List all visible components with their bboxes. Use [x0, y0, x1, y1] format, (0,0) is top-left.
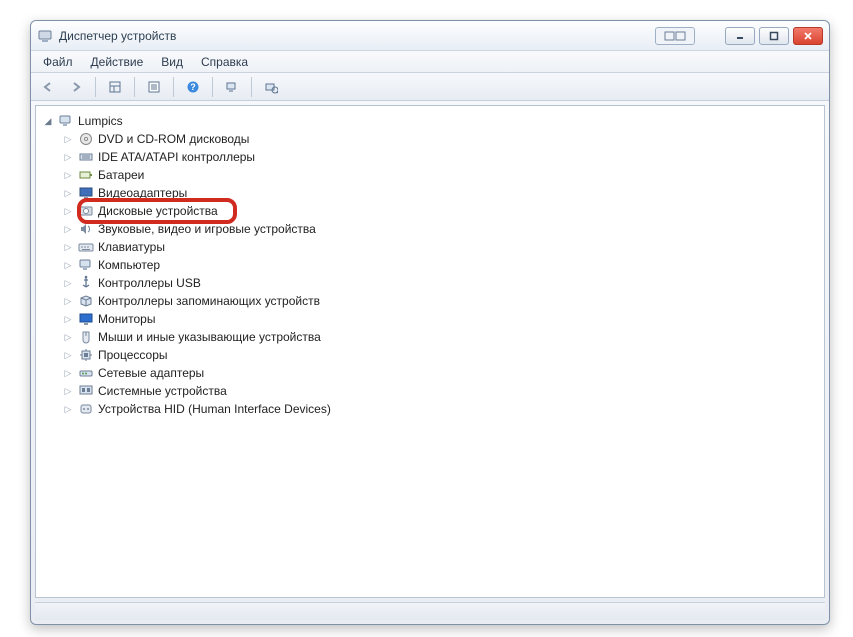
toolbar-separator — [95, 77, 96, 97]
menu-help[interactable]: Справка — [193, 53, 256, 71]
storage-icon — [78, 293, 94, 309]
tree-item[interactable]: ▷ Системные устройства — [58, 382, 822, 400]
expand-icon[interactable]: ▷ — [62, 385, 74, 397]
expand-icon[interactable]: ▷ — [62, 349, 74, 361]
device-manager-window: Диспетчер устройств Файл Действие Вид Сп… — [30, 20, 830, 625]
tree-item-label: Компьютер — [98, 258, 160, 272]
toolbar-separator — [251, 77, 252, 97]
status-bar — [35, 602, 825, 620]
hdd-icon — [78, 203, 94, 219]
tree-item-label: Мыши и иные указывающие устройства — [98, 330, 321, 344]
expand-icon[interactable]: ▷ — [62, 259, 74, 271]
tree-root[interactable]: ◢ Lumpics — [38, 112, 822, 130]
expand-icon[interactable]: ▷ — [62, 241, 74, 253]
expand-icon[interactable]: ▷ — [62, 187, 74, 199]
tree-item-label: Системные устройства — [98, 384, 227, 398]
expand-icon[interactable]: ▷ — [62, 367, 74, 379]
cpu-icon — [78, 347, 94, 363]
system-icon — [78, 383, 94, 399]
show-hidden-button[interactable] — [260, 76, 282, 98]
tree-item-label: IDE ATA/ATAPI контроллеры — [98, 150, 255, 164]
tree-item[interactable]: ▷ DVD и CD-ROM дисководы — [58, 130, 822, 148]
expand-icon[interactable]: ▷ — [62, 313, 74, 325]
tree-item[interactable]: ▷ IDE ATA/ATAPI контроллеры — [58, 148, 822, 166]
toolbar-separator — [134, 77, 135, 97]
tree-item[interactable]: ▷ Компьютер — [58, 256, 822, 274]
tree-item-label: Дисковые устройства — [98, 204, 218, 218]
back-button[interactable] — [37, 76, 59, 98]
tree-item-label: Контроллеры запоминающих устройств — [98, 294, 320, 308]
show-hide-tree-button[interactable] — [104, 76, 126, 98]
toolbar: ? — [31, 73, 829, 101]
tree-root-label: Lumpics — [78, 114, 123, 128]
menu-action[interactable]: Действие — [83, 53, 152, 71]
tree-item[interactable]: ▷ Контроллеры запоминающих устройств — [58, 292, 822, 310]
expand-icon[interactable]: ▷ — [62, 133, 74, 145]
scan-hardware-button[interactable] — [221, 76, 243, 98]
menubar: Файл Действие Вид Справка — [31, 51, 829, 73]
svg-text:?: ? — [190, 82, 196, 92]
forward-button[interactable] — [65, 76, 87, 98]
tree-item-label: Контроллеры USB — [98, 276, 201, 290]
tree-item[interactable]: ▷ Сетевые адаптеры — [58, 364, 822, 382]
tree-item-label: Устройства HID (Human Interface Devices) — [98, 402, 331, 416]
toolbar-separator — [173, 77, 174, 97]
tree-item[interactable]: ▷ Клавиатуры — [58, 238, 822, 256]
menu-view[interactable]: Вид — [153, 53, 191, 71]
tree-item-label: Батареи — [98, 168, 144, 182]
tree-item-label: Процессоры — [98, 348, 168, 362]
computer-icon — [58, 113, 74, 129]
expand-icon[interactable]: ▷ — [62, 169, 74, 181]
window-controls — [725, 27, 823, 45]
expand-icon[interactable]: ▷ — [62, 151, 74, 163]
tree-item-label: DVD и CD-ROM дисководы — [98, 132, 249, 146]
close-button[interactable] — [793, 27, 823, 45]
tree-item-label: Сетевые адаптеры — [98, 366, 204, 380]
tree-item-label: Мониторы — [98, 312, 155, 326]
sound-icon — [78, 221, 94, 237]
battery-icon — [78, 167, 94, 183]
ide-icon — [78, 149, 94, 165]
mouse-icon — [78, 329, 94, 345]
network-icon — [78, 365, 94, 381]
tree-item-label: Видеоадаптеры — [98, 186, 187, 200]
maximize-button[interactable] — [759, 27, 789, 45]
titlebar: Диспетчер устройств — [31, 21, 829, 51]
usb-icon — [78, 275, 94, 291]
tree-item-label: Звуковые, видео и игровые устройства — [98, 222, 316, 236]
expand-icon[interactable]: ▷ — [62, 223, 74, 235]
expand-icon[interactable]: ▷ — [62, 331, 74, 343]
hid-icon — [78, 401, 94, 417]
tree-item[interactable]: ▷ Мониторы — [58, 310, 822, 328]
keyboard-icon — [78, 239, 94, 255]
tree-item[interactable]: ▷ Устройства HID (Human Interface Devices… — [58, 400, 822, 418]
toolbar-separator — [212, 77, 213, 97]
tree-item[interactable]: ▷ Процессоры — [58, 346, 822, 364]
app-icon — [37, 28, 53, 44]
tree-item-label: Клавиатуры — [98, 240, 165, 254]
minimize-button[interactable] — [725, 27, 755, 45]
tree-item[interactable]: ▷ Контроллеры USB — [58, 274, 822, 292]
display-icon — [78, 185, 94, 201]
window-title: Диспетчер устройств — [59, 29, 655, 43]
expand-icon[interactable]: ▷ — [62, 205, 74, 217]
expand-icon[interactable]: ▷ — [62, 277, 74, 289]
tree-item[interactable]: ▷ Звуковые, видео и игровые устройства — [58, 220, 822, 238]
disc-icon — [78, 131, 94, 147]
computer-icon — [78, 257, 94, 273]
help-button[interactable]: ? — [182, 76, 204, 98]
tree-item[interactable]: ▷ Мыши и иные указывающие устройства — [58, 328, 822, 346]
menu-file[interactable]: Файл — [35, 53, 81, 71]
tree-item[interactable]: ▷ Батареи — [58, 166, 822, 184]
properties-button[interactable] — [143, 76, 165, 98]
expand-icon[interactable]: ▷ — [62, 403, 74, 415]
device-tree-panel[interactable]: ◢ Lumpics ▷ DVD и CD-ROM дисководы ▷ IDE AT… — [35, 105, 825, 598]
snap-layout-button[interactable] — [655, 27, 695, 45]
collapse-icon[interactable]: ◢ — [42, 115, 54, 127]
monitor-icon — [78, 311, 94, 327]
expand-icon[interactable]: ▷ — [62, 295, 74, 307]
tree-item[interactable]: ▷ Дисковые устройства — [58, 202, 822, 220]
tree-item[interactable]: ▷ Видеоадаптеры — [58, 184, 822, 202]
